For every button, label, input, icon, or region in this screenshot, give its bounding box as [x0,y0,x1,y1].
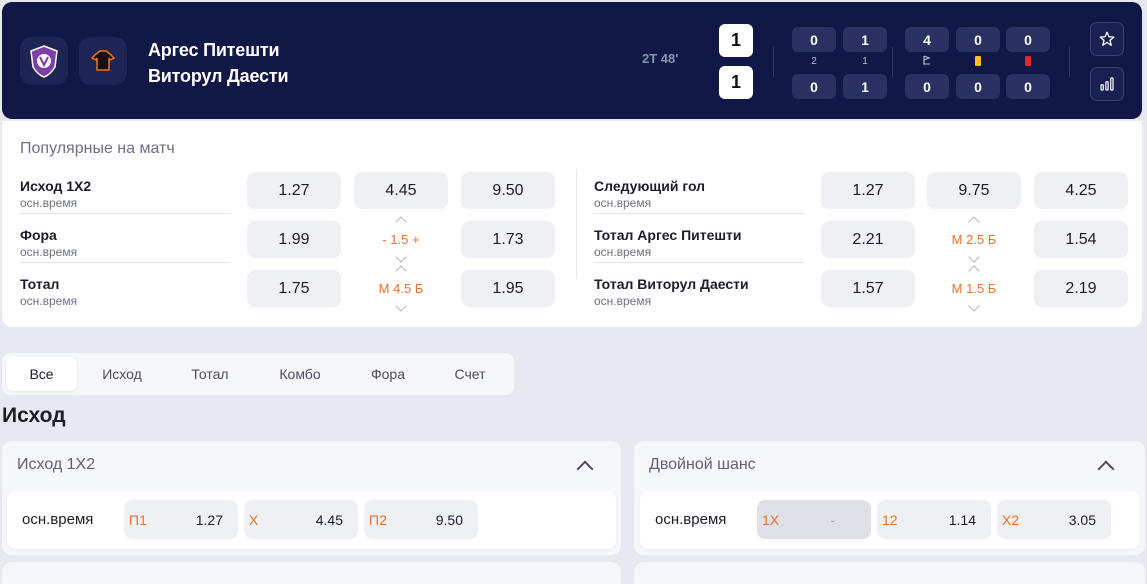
divider [892,47,893,77]
odd-button[interactable]: 4.45 [354,172,448,209]
section-title: Исход [2,404,66,427]
market-label: Тотал осн.время [20,276,78,308]
stat-label: 2 [811,56,817,67]
chevron-down-icon[interactable] [968,300,980,312]
market-card-double-chance: Двойной шанс осн.время 1X - 12 1.14 X2 3… [634,441,1145,555]
chevron-up-icon[interactable] [576,460,594,478]
tab-all[interactable]: Все [6,357,77,391]
bar-chart-icon [1100,77,1114,91]
yellow-card-icon [956,55,1000,69]
odd-button[interactable]: 9.50 [461,172,555,209]
tab-outcome[interactable]: Исход [84,357,160,391]
stat-home: 0 [1006,27,1050,52]
market-label: Тотал Аргес Питешти осн.время [594,227,742,259]
chevron-down-icon[interactable] [968,251,980,263]
stat-home: 4 [905,27,949,52]
odd-button[interactable]: 1.57 [821,270,915,307]
red-card-icon [1006,55,1050,69]
corner-flag-icon [905,55,949,69]
market-card-1x2: Исход 1X2 осн.время П1 1.27 X 4.45 П2 9.… [2,441,621,555]
selection-button[interactable]: X 4.45 [244,500,358,539]
stat-away: 0 [1006,74,1050,99]
divider [20,213,230,214]
popular-title: Популярные на матч [20,140,175,157]
market-label: Фора осн.время [20,227,78,259]
chevron-down-icon[interactable] [395,251,407,263]
star-icon [1099,31,1115,46]
divider [773,47,774,77]
divider [576,169,577,279]
stat-home: 0 [792,27,836,52]
popular-markets-panel: Популярные на матч Исход 1X2 осн.время 1… [2,121,1142,327]
market-row: осн.время П1 1.27 X 4.45 П2 9.50 [7,491,616,549]
total-line-selector[interactable]: М 4.5 Б [354,265,448,312]
chevron-up-icon[interactable] [395,216,407,228]
chevron-down-icon[interactable] [395,300,407,312]
stat-away: 1 [843,74,887,99]
market-card-partial [634,562,1145,584]
favorite-button[interactable] [1090,22,1124,56]
odd-button[interactable]: 1.95 [461,270,555,307]
odd-button[interactable]: 1.54 [1034,221,1128,258]
odd-button[interactable]: 2.21 [821,221,915,258]
stat-home: 0 [956,27,1000,52]
away-score: 1 [719,66,753,99]
away-team-name: Виторул Даести [148,66,289,86]
home-team-logo [20,37,68,85]
market-title: Двойной шанс [649,456,756,473]
chevron-up-icon[interactable] [1097,460,1115,478]
market-title: Исход 1X2 [17,456,96,473]
match-time: 2Т 48' [642,51,679,66]
odd-button[interactable]: 1.75 [247,270,341,307]
odd-button[interactable]: 1.27 [821,172,915,209]
selection-button[interactable]: X2 3.05 [997,500,1111,539]
tab-combo[interactable]: Комбо [261,357,339,391]
chevron-up-icon[interactable] [395,265,407,277]
odd-button[interactable]: 9.75 [927,172,1021,209]
market-card-partial [2,562,621,584]
home-score: 1 [719,24,753,57]
match-header: Аргес Питешти Виторул Даести 2Т 48' 1 1 … [2,2,1142,119]
divider [594,262,804,263]
total-line-selector[interactable]: М 2.5 Б [927,216,1021,263]
market-label: Исход 1X2 осн.время [20,178,92,210]
odd-button[interactable]: 2.19 [1034,270,1128,307]
divider [594,213,804,214]
tab-total[interactable]: Тотал [172,357,248,391]
odd-button[interactable]: 4.25 [1034,172,1128,209]
selection-button[interactable]: 12 1.14 [877,500,991,539]
stat-label: 1 [862,56,868,67]
away-team-logo [79,37,127,85]
stat-away: 0 [905,74,949,99]
period-label: осн.время [655,511,727,528]
odd-button[interactable]: 1.73 [461,221,555,258]
home-team-name: Аргес Питешти [148,40,280,60]
market-row: осн.время 1X - 12 1.14 X2 3.05 [640,491,1140,549]
stat-away: 0 [956,74,1000,99]
period-label: осн.время [22,511,94,528]
market-label: Тотал Виторул Даести осн.время [594,276,749,308]
statistics-button[interactable] [1090,67,1124,101]
tab-handicap[interactable]: Фора [350,357,426,391]
market-label: Следующий гол осн.время [594,178,706,210]
tab-score[interactable]: Счет [432,357,508,391]
selection-button[interactable]: П2 9.50 [364,500,478,539]
stat-home: 1 [843,27,887,52]
odd-button[interactable]: 1.99 [247,221,341,258]
handicap-line-selector[interactable]: - 1.5 + [354,216,448,263]
chevron-up-icon[interactable] [968,216,980,228]
chevron-up-icon[interactable] [968,265,980,277]
divider [1069,47,1070,77]
divider [20,262,230,263]
selection-button[interactable]: 1X - [757,500,871,539]
odd-button[interactable]: 1.27 [247,172,341,209]
stat-away: 0 [792,74,836,99]
selection-button[interactable]: П1 1.27 [124,500,238,539]
total-line-selector[interactable]: М 1.5 Б [927,265,1021,312]
market-tabs: Все Исход Тотал Комбо Фора Счет [2,353,514,395]
